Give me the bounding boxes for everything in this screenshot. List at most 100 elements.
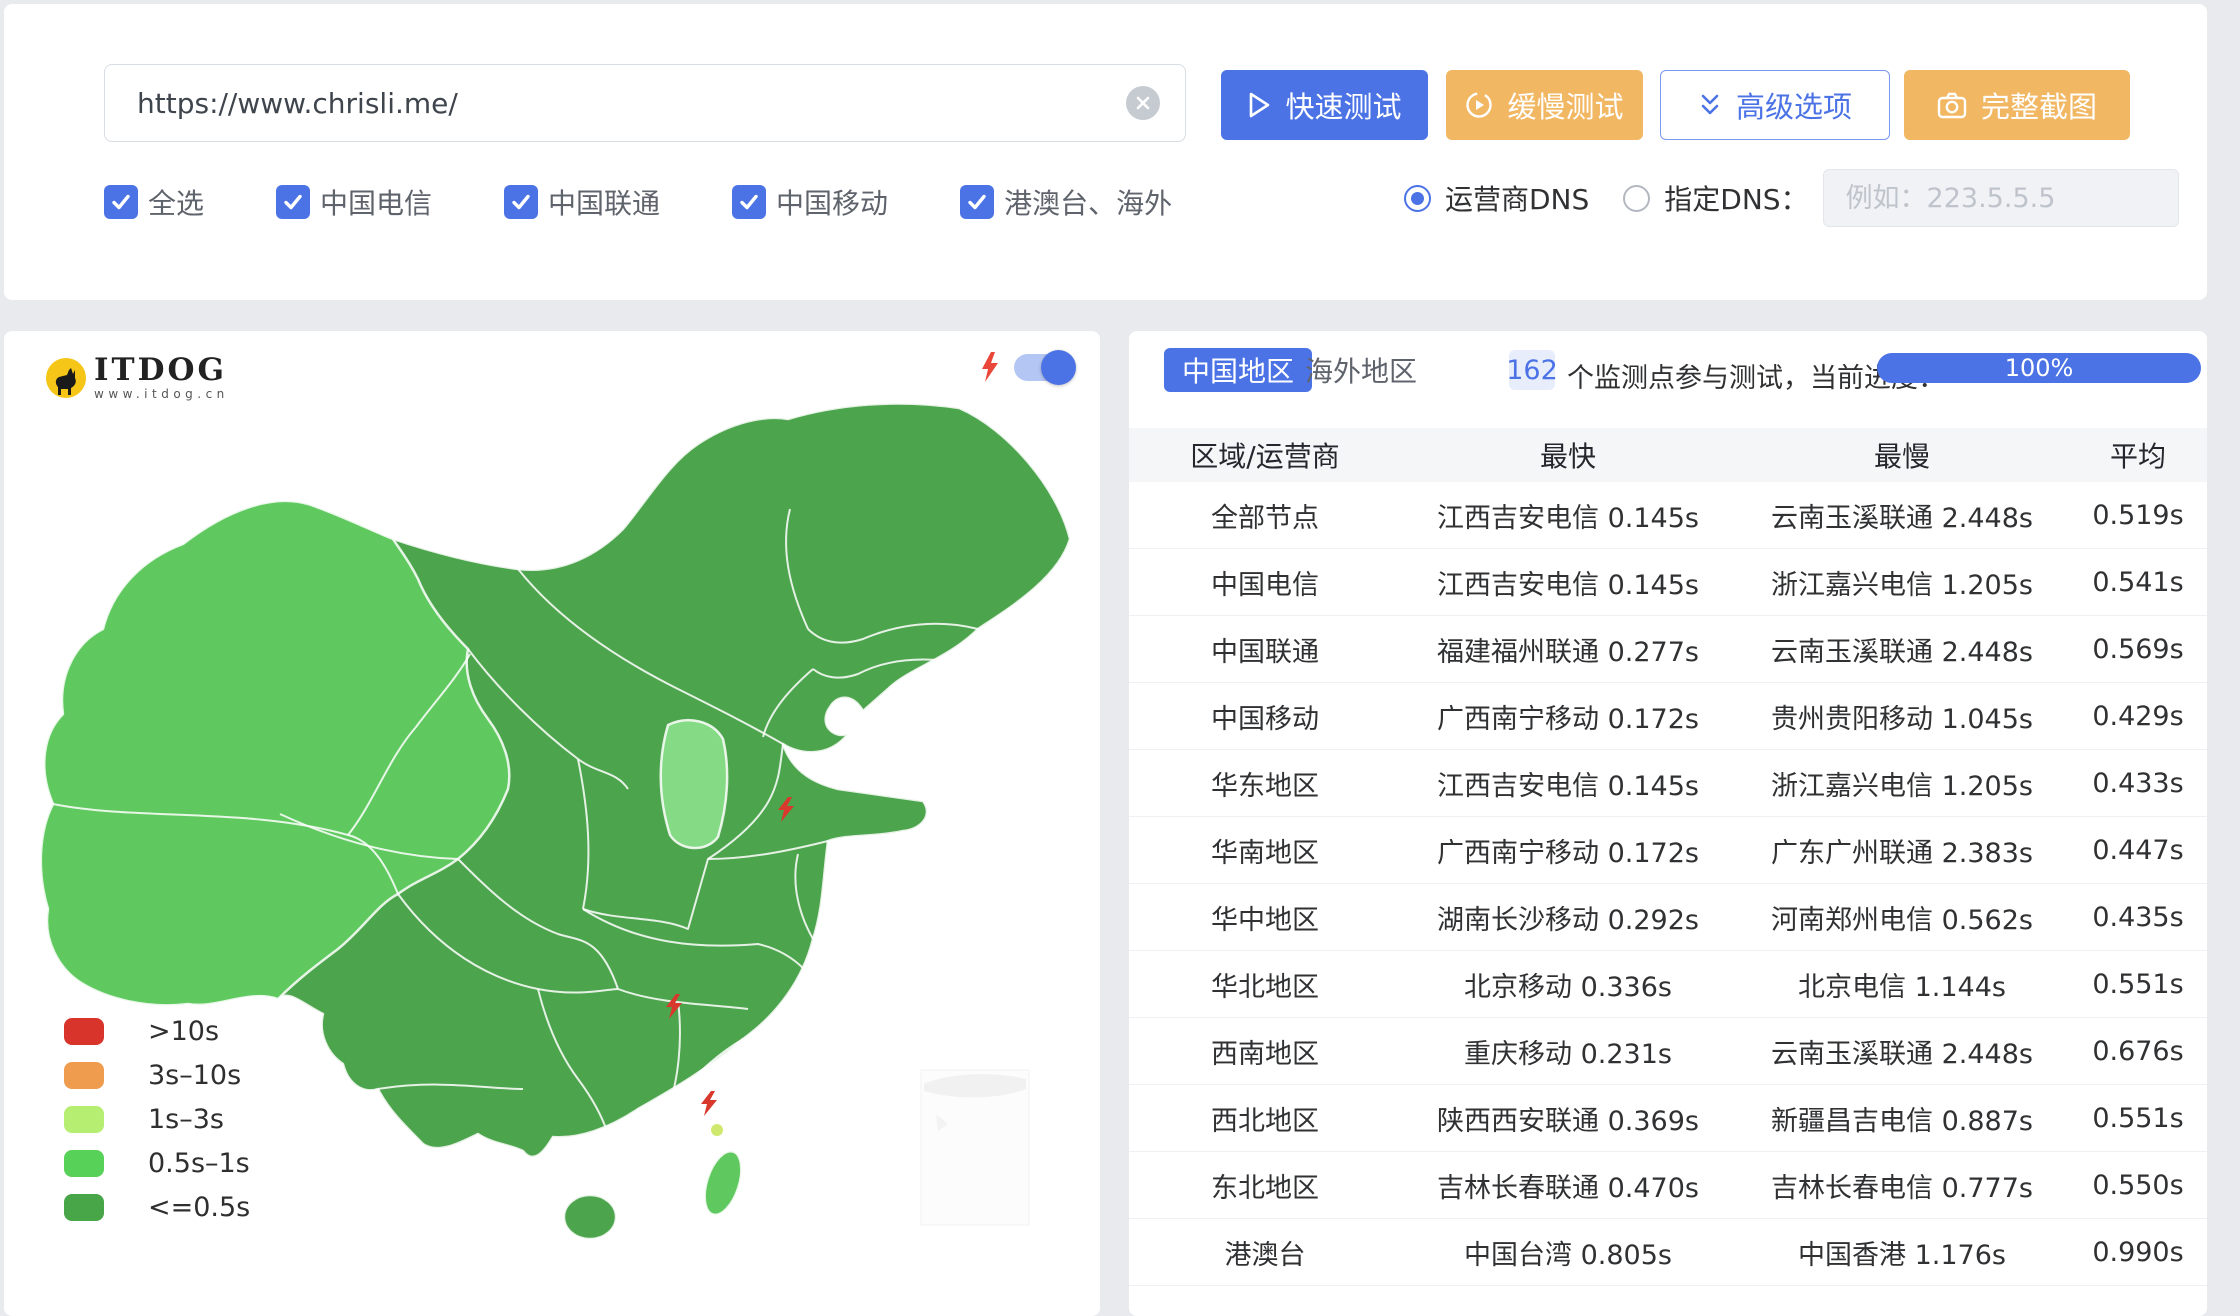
col-header-average: 平均 xyxy=(2109,440,2166,473)
cell-region: 中国电信 xyxy=(1211,569,1319,601)
legend-swatch xyxy=(64,1061,104,1089)
custom-dns-radio[interactable] xyxy=(1623,184,1651,212)
cell-slowest: 贵州贵阳移动 1.045s xyxy=(1771,703,2033,735)
cell-fastest: 中国台湾 0.805s xyxy=(1464,1239,1672,1271)
checkbox-label: 中国联通 xyxy=(548,187,661,220)
checkbox-checked-icon[interactable] xyxy=(276,185,311,219)
checkbox-checked-icon[interactable] xyxy=(732,185,767,219)
checkbox-checked-icon[interactable] xyxy=(960,185,995,219)
cell-region: 西北地区 xyxy=(1211,1105,1319,1137)
cell-slowest: 云南玉溪联通 2.448s xyxy=(1771,502,2033,534)
cell-average: 0.569s xyxy=(2092,633,2184,665)
play-icon xyxy=(1250,92,1270,118)
lightning-toggle[interactable] xyxy=(1014,349,1076,385)
clear-url-icon[interactable] xyxy=(1126,86,1160,120)
cell-fastest: 江西吉安电信 0.145s xyxy=(1437,569,1699,601)
legend-item: >10s xyxy=(64,1009,250,1053)
cell-slowest: 浙江嘉兴电信 1.205s xyxy=(1771,770,2033,802)
table-row: 华东地区 江西吉安电信 0.145s 浙江嘉兴电信 1.205s 0.433s xyxy=(1129,750,2207,817)
checkbox-label: 全选 xyxy=(148,187,205,220)
lightning-icon xyxy=(982,352,998,382)
custom-dns-input[interactable] xyxy=(1822,169,2179,227)
cell-slowest: 河南郑州电信 0.562s xyxy=(1771,904,2033,936)
table-row: 东北地区 吉林长春联通 0.470s 吉林长春电信 0.777s 0.550s xyxy=(1129,1152,2207,1219)
map-card: ITDOG www.itdog.cn >10s 3s–10s 1s–3s 0.5… xyxy=(4,331,1100,1316)
hainan-island-shape[interactable] xyxy=(562,1193,618,1241)
table-row: 全部节点 江西吉安电信 0.145s 云南玉溪联通 2.448s 0.519s xyxy=(1129,482,2207,549)
slow-test-label: 缓慢测试 xyxy=(1507,90,1624,124)
circle-play-icon xyxy=(1466,92,1493,118)
cell-fastest: 江西吉安电信 0.145s xyxy=(1437,502,1699,534)
cell-average: 0.990s xyxy=(2092,1236,2184,1268)
carrier-checkbox[interactable]: 中国联通 xyxy=(504,182,660,222)
table-row: 港澳台 中国台湾 0.805s 中国香港 1.176s 0.990s xyxy=(1129,1219,2207,1286)
cell-average: 0.433s xyxy=(2092,767,2184,799)
camera-icon xyxy=(1937,92,1967,118)
province-shanxi-shape[interactable] xyxy=(659,718,729,850)
results-table: 区域/运营商 最快 最慢 平均 全部节点 江西吉安电信 0.145s 云南玉溪联… xyxy=(1129,428,2207,1286)
monitor-count-badge: 162 xyxy=(1506,350,1558,390)
legend-item: 1s–3s xyxy=(64,1097,250,1141)
cell-average: 0.541s xyxy=(2092,566,2184,598)
quick-test-button[interactable]: 快速测试 xyxy=(1221,70,1428,140)
table-row: 中国电信 江西吉安电信 0.145s 浙江嘉兴电信 1.205s 0.541s xyxy=(1129,549,2207,616)
carrier-checkbox[interactable]: 中国移动 xyxy=(732,182,888,222)
cell-region: 东北地区 xyxy=(1211,1172,1319,1204)
cell-fastest: 重庆移动 0.231s xyxy=(1464,1038,1672,1070)
map-legend: >10s 3s–10s 1s–3s 0.5s–1s <=0.5s xyxy=(64,1009,250,1229)
cell-fastest: 吉林长春联通 0.470s xyxy=(1437,1172,1699,1204)
cell-slowest: 云南玉溪联通 2.448s xyxy=(1771,636,2033,668)
taiwan-island-shape[interactable] xyxy=(698,1147,749,1220)
slow-test-button[interactable]: 缓慢测试 xyxy=(1446,70,1643,140)
progress-label: 100% xyxy=(2004,354,2074,382)
url-input[interactable] xyxy=(104,64,1186,142)
cell-region: 华北地区 xyxy=(1211,971,1319,1003)
checkbox-checked-icon[interactable] xyxy=(104,185,138,219)
cell-region: 港澳台 xyxy=(1224,1239,1306,1271)
cell-fastest: 江西吉安电信 0.145s xyxy=(1437,770,1699,802)
legend-swatch xyxy=(64,1193,104,1221)
table-row: 华中地区 湖南长沙移动 0.292s 河南郑州电信 0.562s 0.435s xyxy=(1129,884,2207,951)
full-screenshot-button[interactable]: 完整截图 xyxy=(1904,70,2130,140)
legend-swatch xyxy=(64,1105,104,1133)
carrier-filter-row: 全选 中国电信 中国联通 中国移动 港澳台、海外 xyxy=(104,182,1244,222)
quick-test-label: 快速测试 xyxy=(1285,90,1402,124)
cell-average: 0.551s xyxy=(2092,1102,2184,1134)
carrier-checkbox[interactable]: 全选 xyxy=(104,182,204,222)
checkbox-label: 港澳台、海外 xyxy=(1004,187,1173,220)
carrier-dns-label: 运营商DNS xyxy=(1445,183,1590,216)
carrier-dns-radio[interactable] xyxy=(1404,184,1431,212)
cell-fastest: 福建福州联通 0.277s xyxy=(1437,636,1699,668)
cell-average: 0.550s xyxy=(2092,1169,2184,1201)
hk-macau-dot xyxy=(711,1124,723,1136)
col-header-slowest: 最慢 xyxy=(1873,440,1930,473)
cell-region: 中国联通 xyxy=(1211,636,1319,668)
legend-label: <=0.5s xyxy=(148,1191,251,1223)
carrier-checkbox[interactable]: 港澳台、海外 xyxy=(960,182,1172,222)
cell-region: 西南地区 xyxy=(1211,1038,1319,1070)
cell-average: 0.447s xyxy=(2092,834,2184,866)
legend-item: 0.5s–1s xyxy=(64,1141,250,1185)
legend-label: 0.5s–1s xyxy=(148,1147,250,1179)
cell-average: 0.429s xyxy=(2092,700,2184,732)
tab-overseas-region[interactable]: 海外地区 xyxy=(1287,348,1435,392)
advanced-options-label: 高级选项 xyxy=(1735,90,1852,124)
carrier-checkbox[interactable]: 中国电信 xyxy=(276,182,432,222)
cell-slowest: 中国香港 1.176s xyxy=(1798,1239,2006,1271)
logo-title: ITDOG xyxy=(94,352,227,388)
full-screenshot-label: 完整截图 xyxy=(1980,90,2097,124)
advanced-options-button[interactable]: 高级选项 xyxy=(1660,70,1890,140)
results-card: 中国地区 海外地区 162 个监测点参与测试，当前进度： 100% 区域/运营商… xyxy=(1129,331,2207,1316)
checkbox-checked-icon[interactable] xyxy=(504,185,539,219)
cell-average: 0.676s xyxy=(2092,1035,2184,1067)
table-row: 中国移动 广西南宁移动 0.172s 贵州贵阳移动 1.045s 0.429s xyxy=(1129,683,2207,750)
progress-bar: 100% xyxy=(1877,353,2201,383)
double-chevron-down-icon xyxy=(1701,94,1719,115)
cell-fastest: 陕西西安联通 0.369s xyxy=(1437,1105,1699,1137)
cell-region: 华南地区 xyxy=(1211,837,1319,869)
table-row: 西南地区 重庆移动 0.231s 云南玉溪联通 2.448s 0.676s xyxy=(1129,1018,2207,1085)
cell-slowest: 云南玉溪联通 2.448s xyxy=(1771,1038,2033,1070)
cell-slowest: 吉林长春电信 0.777s xyxy=(1771,1172,2033,1204)
col-header-fastest: 最快 xyxy=(1539,440,1596,473)
cell-region: 华东地区 xyxy=(1211,770,1319,802)
